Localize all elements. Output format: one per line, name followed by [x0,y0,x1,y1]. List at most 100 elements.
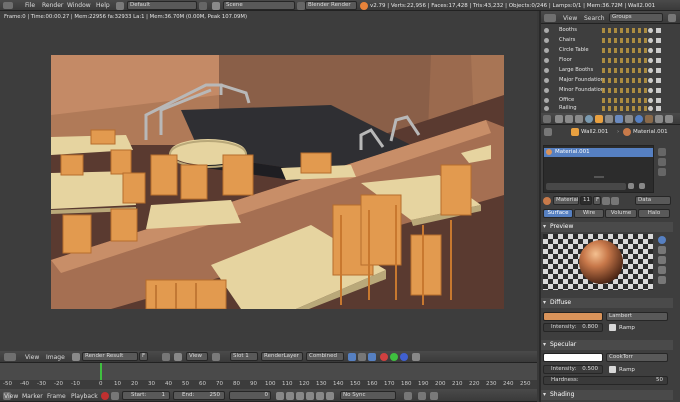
jump-start-icon[interactable] [276,392,284,400]
image-name-field[interactable]: Render Result [82,352,138,361]
image-menu-image[interactable]: Image [46,354,65,361]
visibility-icon[interactable] [648,98,653,103]
render-tab-icon[interactable] [555,115,563,123]
current-frame-field[interactable]: 0 [229,391,271,400]
specular-hardness-field[interactable]: Hardness: 50 [543,376,668,385]
prev-keyframe-icon[interactable] [286,392,294,400]
timeline-menu-view[interactable]: View [4,393,18,400]
visibility-icon[interactable] [648,28,653,33]
list-search-icon[interactable] [628,183,634,189]
screen-layout-field[interactable]: Default [127,1,197,10]
pin-icon[interactable] [162,353,170,361]
particles-tab-icon[interactable] [655,115,663,123]
texture-tab-icon[interactable] [645,115,653,123]
jump-end-icon[interactable] [326,392,334,400]
diffuse-intensity-field[interactable]: Intensity: 0.800 [543,323,603,332]
start-frame-field[interactable]: Start: 1 [122,391,170,400]
view-mode-icon[interactable] [174,353,182,361]
specular-intensity-field[interactable]: Intensity: 0.500 [543,365,603,374]
slot-specials-icon[interactable] [658,168,666,176]
pass-select[interactable]: Combined [306,352,344,361]
outliner-item[interactable]: Circle Table [544,46,668,55]
menu-help[interactable]: Help [96,2,110,9]
properties-editor-icon[interactable] [543,115,551,123]
physics-tab-icon[interactable] [665,115,673,123]
specular-ramp-checkbox[interactable] [609,366,616,373]
modifiers-tab-icon[interactable] [615,115,623,123]
auto-keying-icon[interactable] [404,392,412,400]
next-keyframe-icon[interactable] [316,392,324,400]
end-frame-field[interactable]: End: 250 [173,391,225,400]
preview-sphere-icon[interactable] [658,236,666,244]
image-browse-icon[interactable] [72,353,80,361]
list-sort-icon[interactable] [639,183,645,189]
outliner-item[interactable]: Floor [544,56,668,65]
scene-icon[interactable] [212,2,220,10]
render-layers-tab-icon[interactable] [565,115,573,123]
layout-grid-icon[interactable] [116,2,124,10]
scene-tab-icon[interactable] [575,115,583,123]
material-name-field[interactable]: Material [553,196,579,205]
menu-render[interactable]: Render [42,2,63,9]
add-scene-icon[interactable] [297,2,305,10]
world-tab-icon[interactable] [585,115,593,123]
material-slots-list[interactable]: Material.001 [543,145,654,193]
preview-cube-icon[interactable] [658,246,666,254]
preview-monkey-icon[interactable] [658,256,666,264]
select-icon[interactable] [656,68,661,73]
keying-set-icon[interactable] [418,392,426,400]
blue-channel-icon[interactable] [400,353,408,361]
display-channels-icon[interactable] [348,353,356,361]
green-channel-icon[interactable] [390,353,398,361]
outliner-item[interactable]: Chairs [544,36,668,45]
timeline-menu-frame[interactable]: Frame [47,393,66,400]
material-tab-icon[interactable] [635,115,643,123]
outliner-menu-view[interactable]: View [563,15,577,22]
select-icon[interactable] [656,106,661,111]
play-reverse-icon[interactable] [296,392,304,400]
fake-user-toggle[interactable]: F [593,196,601,205]
list-filter-handle[interactable] [594,176,604,178]
scene-field[interactable]: Scene [223,1,295,10]
select-icon[interactable] [656,28,661,33]
add-layout-icon[interactable] [199,2,207,10]
visibility-icon[interactable] [648,78,653,83]
constraints-tab-icon[interactable] [605,115,613,123]
timeline-menu-playback[interactable]: Playback [71,393,98,400]
preview-world-icon[interactable] [658,276,666,284]
select-icon[interactable] [656,78,661,83]
tab-surface[interactable]: Surface [543,209,573,218]
list-scroll-field[interactable] [546,183,626,190]
zbuffer-icon[interactable] [412,353,420,361]
visibility-icon[interactable] [648,68,653,73]
pivot-icon[interactable] [212,353,220,361]
diffuse-ramp-checkbox[interactable] [609,324,616,331]
image-editor-icon[interactable] [4,353,16,361]
material-slot-item[interactable]: Material.001 [544,148,653,157]
pin-icon[interactable] [544,128,552,136]
specular-color-swatch[interactable] [543,353,603,362]
select-icon[interactable] [656,58,661,63]
specular-panel-header[interactable]: Specular [541,340,673,350]
outliner-item[interactable]: Large Booths [544,66,668,75]
render-result-image[interactable] [51,55,504,309]
user-count-button[interactable]: 11 [580,196,592,205]
outliner-editor-icon[interactable] [544,14,556,22]
diffuse-panel-header[interactable]: Diffuse [541,298,673,308]
preview-hair-icon[interactable] [658,266,666,274]
add-slot-icon[interactable] [658,148,666,156]
visibility-icon[interactable] [648,106,653,111]
select-icon[interactable] [656,98,661,103]
view-mode-select[interactable]: View [186,352,208,361]
sync-mode-select[interactable]: No Sync [340,391,396,400]
visibility-icon[interactable] [648,88,653,93]
timeline-menu-marker[interactable]: Marker [22,393,43,400]
alpha-channel-icon[interactable] [368,353,376,361]
info-editor-icon[interactable] [3,2,13,9]
slot-select[interactable]: Slot 1 [230,352,258,361]
tab-halo[interactable]: Halo [638,209,670,218]
shading-panel-header[interactable]: Shading [541,390,673,400]
diffuse-color-swatch[interactable] [543,312,603,321]
tab-volume[interactable]: Volume [605,209,637,218]
menu-file[interactable]: File [25,2,35,9]
